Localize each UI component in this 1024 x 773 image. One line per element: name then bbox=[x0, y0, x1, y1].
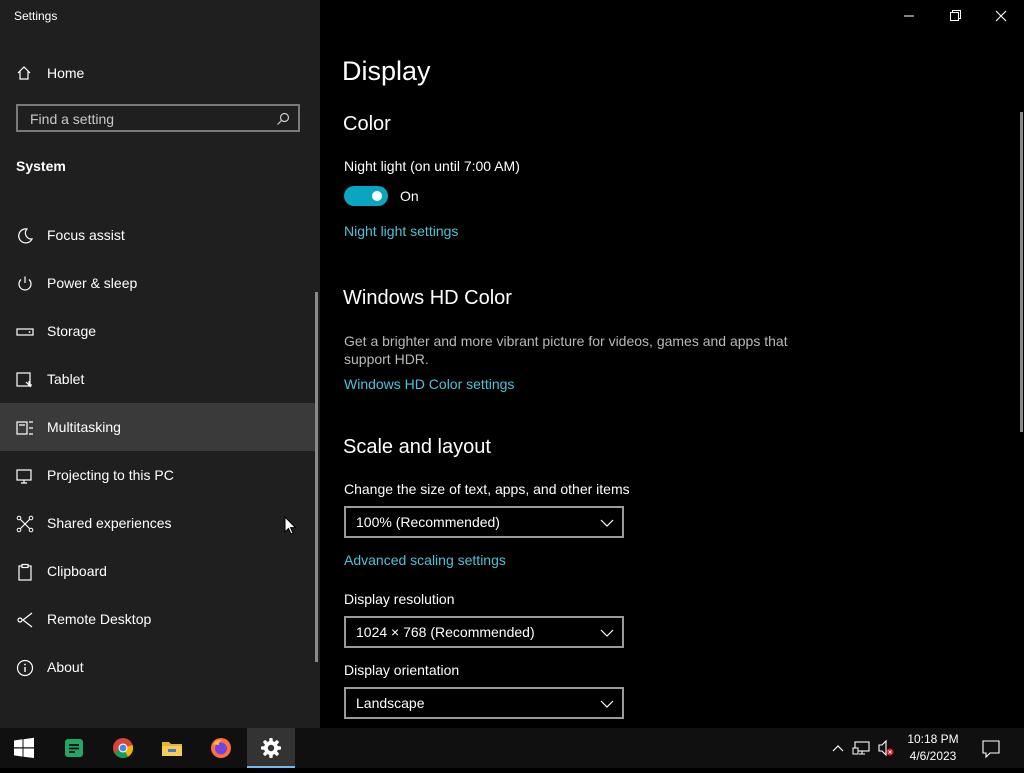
main-scrollbar[interactable] bbox=[1020, 112, 1023, 432]
orientation-dropdown[interactable]: Landscape bbox=[344, 687, 624, 719]
sidebar-item-home[interactable]: Home bbox=[0, 57, 318, 89]
sidebar-item-label: Clipboard bbox=[47, 563, 107, 579]
sidebar-item-label: Power & sleep bbox=[47, 275, 138, 291]
sheets-icon bbox=[65, 739, 83, 757]
color-heading: Color bbox=[343, 113, 391, 135]
sidebar-section-title: System bbox=[16, 158, 66, 174]
show-hidden-icons-button[interactable] bbox=[826, 728, 850, 768]
taskbar-firefox-button[interactable] bbox=[197, 728, 245, 768]
toggle-knob bbox=[372, 191, 382, 201]
file-explorer-icon bbox=[162, 742, 182, 756]
sidebar-item-power-sleep[interactable]: Power & sleep bbox=[0, 259, 316, 307]
chevron-down-icon bbox=[600, 516, 614, 530]
volume-muted-icon bbox=[878, 739, 894, 757]
sidebar-item-label: Tablet bbox=[47, 371, 85, 387]
sidebar: Settings Home System Focus assist Power … bbox=[0, 0, 320, 728]
sidebar-item-about[interactable]: About bbox=[0, 643, 316, 691]
hd-color-description: Get a brighter and more vibrant picture … bbox=[344, 333, 788, 367]
start-icon bbox=[14, 737, 34, 758]
sidebar-item-label: Focus assist bbox=[47, 227, 125, 243]
sidebar-item-multitasking[interactable]: Multitasking bbox=[0, 403, 316, 451]
sidebar-item-label: Multitasking bbox=[47, 419, 121, 435]
sidebar-item-label: About bbox=[47, 659, 84, 675]
night-light-toggle[interactable] bbox=[344, 186, 388, 206]
sidebar-item-label: Projecting to this PC bbox=[47, 467, 174, 483]
sidebar-item-label: Shared experiences bbox=[47, 515, 172, 531]
start-button[interactable] bbox=[0, 728, 48, 768]
network-icon bbox=[852, 741, 870, 755]
moon-icon bbox=[16, 227, 34, 245]
chevron-up-icon bbox=[832, 745, 844, 752]
sidebar-item-label: Home bbox=[47, 65, 85, 81]
restore-button[interactable] bbox=[932, 0, 978, 32]
scale-size-label: Change the size of text, apps, and other… bbox=[344, 481, 630, 497]
sidebar-item-clipboard[interactable]: Clipboard bbox=[0, 547, 316, 595]
main-content: Display Color Night light (on until 7:00… bbox=[320, 0, 1024, 728]
taskbar-file-explorer-button[interactable] bbox=[148, 728, 196, 768]
action-center-button[interactable] bbox=[968, 728, 1014, 768]
mouse-cursor-icon bbox=[284, 515, 298, 541]
search-input[interactable] bbox=[28, 109, 272, 129]
power-icon bbox=[16, 275, 34, 293]
dropdown-value: 100% (Recommended) bbox=[356, 514, 500, 530]
sidebar-item-projecting[interactable]: Projecting to this PC bbox=[0, 451, 316, 499]
remote-desktop-icon bbox=[16, 611, 34, 629]
sidebar-item-tablet[interactable]: Tablet bbox=[0, 355, 316, 403]
taskbar-sheets-button[interactable] bbox=[50, 728, 98, 768]
sidebar-item-storage[interactable]: Storage bbox=[0, 307, 316, 355]
resolution-label: Display resolution bbox=[344, 591, 455, 607]
search-box[interactable] bbox=[16, 104, 300, 132]
home-icon bbox=[16, 65, 32, 81]
orientation-label: Display orientation bbox=[344, 662, 460, 678]
scale-size-dropdown[interactable]: 100% (Recommended) bbox=[344, 506, 624, 538]
firefox-icon bbox=[211, 738, 231, 758]
close-button[interactable] bbox=[978, 0, 1024, 32]
tablet-icon bbox=[16, 371, 34, 389]
taskbar-clock[interactable]: 10:18 PM 4/6/2023 bbox=[900, 731, 966, 765]
shared-experiences-icon bbox=[16, 515, 34, 533]
chevron-down-icon bbox=[600, 626, 614, 640]
clipboard-icon bbox=[16, 563, 34, 581]
settings-icon bbox=[261, 738, 281, 758]
network-button[interactable] bbox=[850, 728, 874, 768]
resolution-dropdown[interactable]: 1024 × 768 (Recommended) bbox=[344, 616, 624, 648]
chevron-down-icon bbox=[600, 697, 614, 711]
hd-color-settings-link[interactable]: Windows HD Color settings bbox=[344, 376, 514, 392]
storage-icon bbox=[16, 323, 34, 341]
volume-button[interactable] bbox=[874, 728, 898, 768]
sidebar-item-label: Storage bbox=[47, 323, 97, 339]
projecting-icon bbox=[16, 467, 34, 485]
search-icon[interactable] bbox=[276, 112, 290, 126]
dropdown-value: Landscape bbox=[356, 695, 425, 711]
taskbar bbox=[0, 728, 1024, 768]
taskbar-settings-button[interactable] bbox=[247, 728, 295, 768]
night-light-label: Night light (on until 7:00 AM) bbox=[344, 158, 520, 174]
info-icon bbox=[16, 659, 34, 677]
advanced-scaling-link[interactable]: Advanced scaling settings bbox=[344, 552, 506, 568]
app-title: Settings bbox=[14, 9, 58, 23]
clock-time: 10:18 PM bbox=[907, 732, 959, 746]
multitasking-icon bbox=[16, 419, 34, 437]
sidebar-item-focus-assist[interactable]: Focus assist bbox=[0, 211, 316, 259]
sidebar-scrollbar[interactable] bbox=[315, 292, 318, 662]
minimize-button[interactable] bbox=[886, 0, 932, 32]
night-light-toggle-state: On bbox=[400, 188, 419, 204]
sidebar-item-shared-experiences[interactable]: Shared experiences bbox=[0, 499, 316, 547]
night-light-settings-link[interactable]: Night light settings bbox=[344, 223, 458, 239]
scale-layout-heading: Scale and layout bbox=[343, 436, 491, 458]
sidebar-item-remote-desktop[interactable]: Remote Desktop bbox=[0, 595, 316, 643]
notification-icon bbox=[982, 740, 1000, 759]
hd-color-heading: Windows HD Color bbox=[343, 287, 512, 309]
chrome-icon bbox=[113, 738, 134, 758]
sidebar-item-label: Remote Desktop bbox=[47, 611, 152, 627]
clock-date: 4/6/2023 bbox=[909, 749, 957, 763]
page-title: Display bbox=[342, 56, 431, 86]
taskbar-chrome-button[interactable] bbox=[99, 728, 147, 768]
dropdown-value: 1024 × 768 (Recommended) bbox=[356, 624, 535, 640]
